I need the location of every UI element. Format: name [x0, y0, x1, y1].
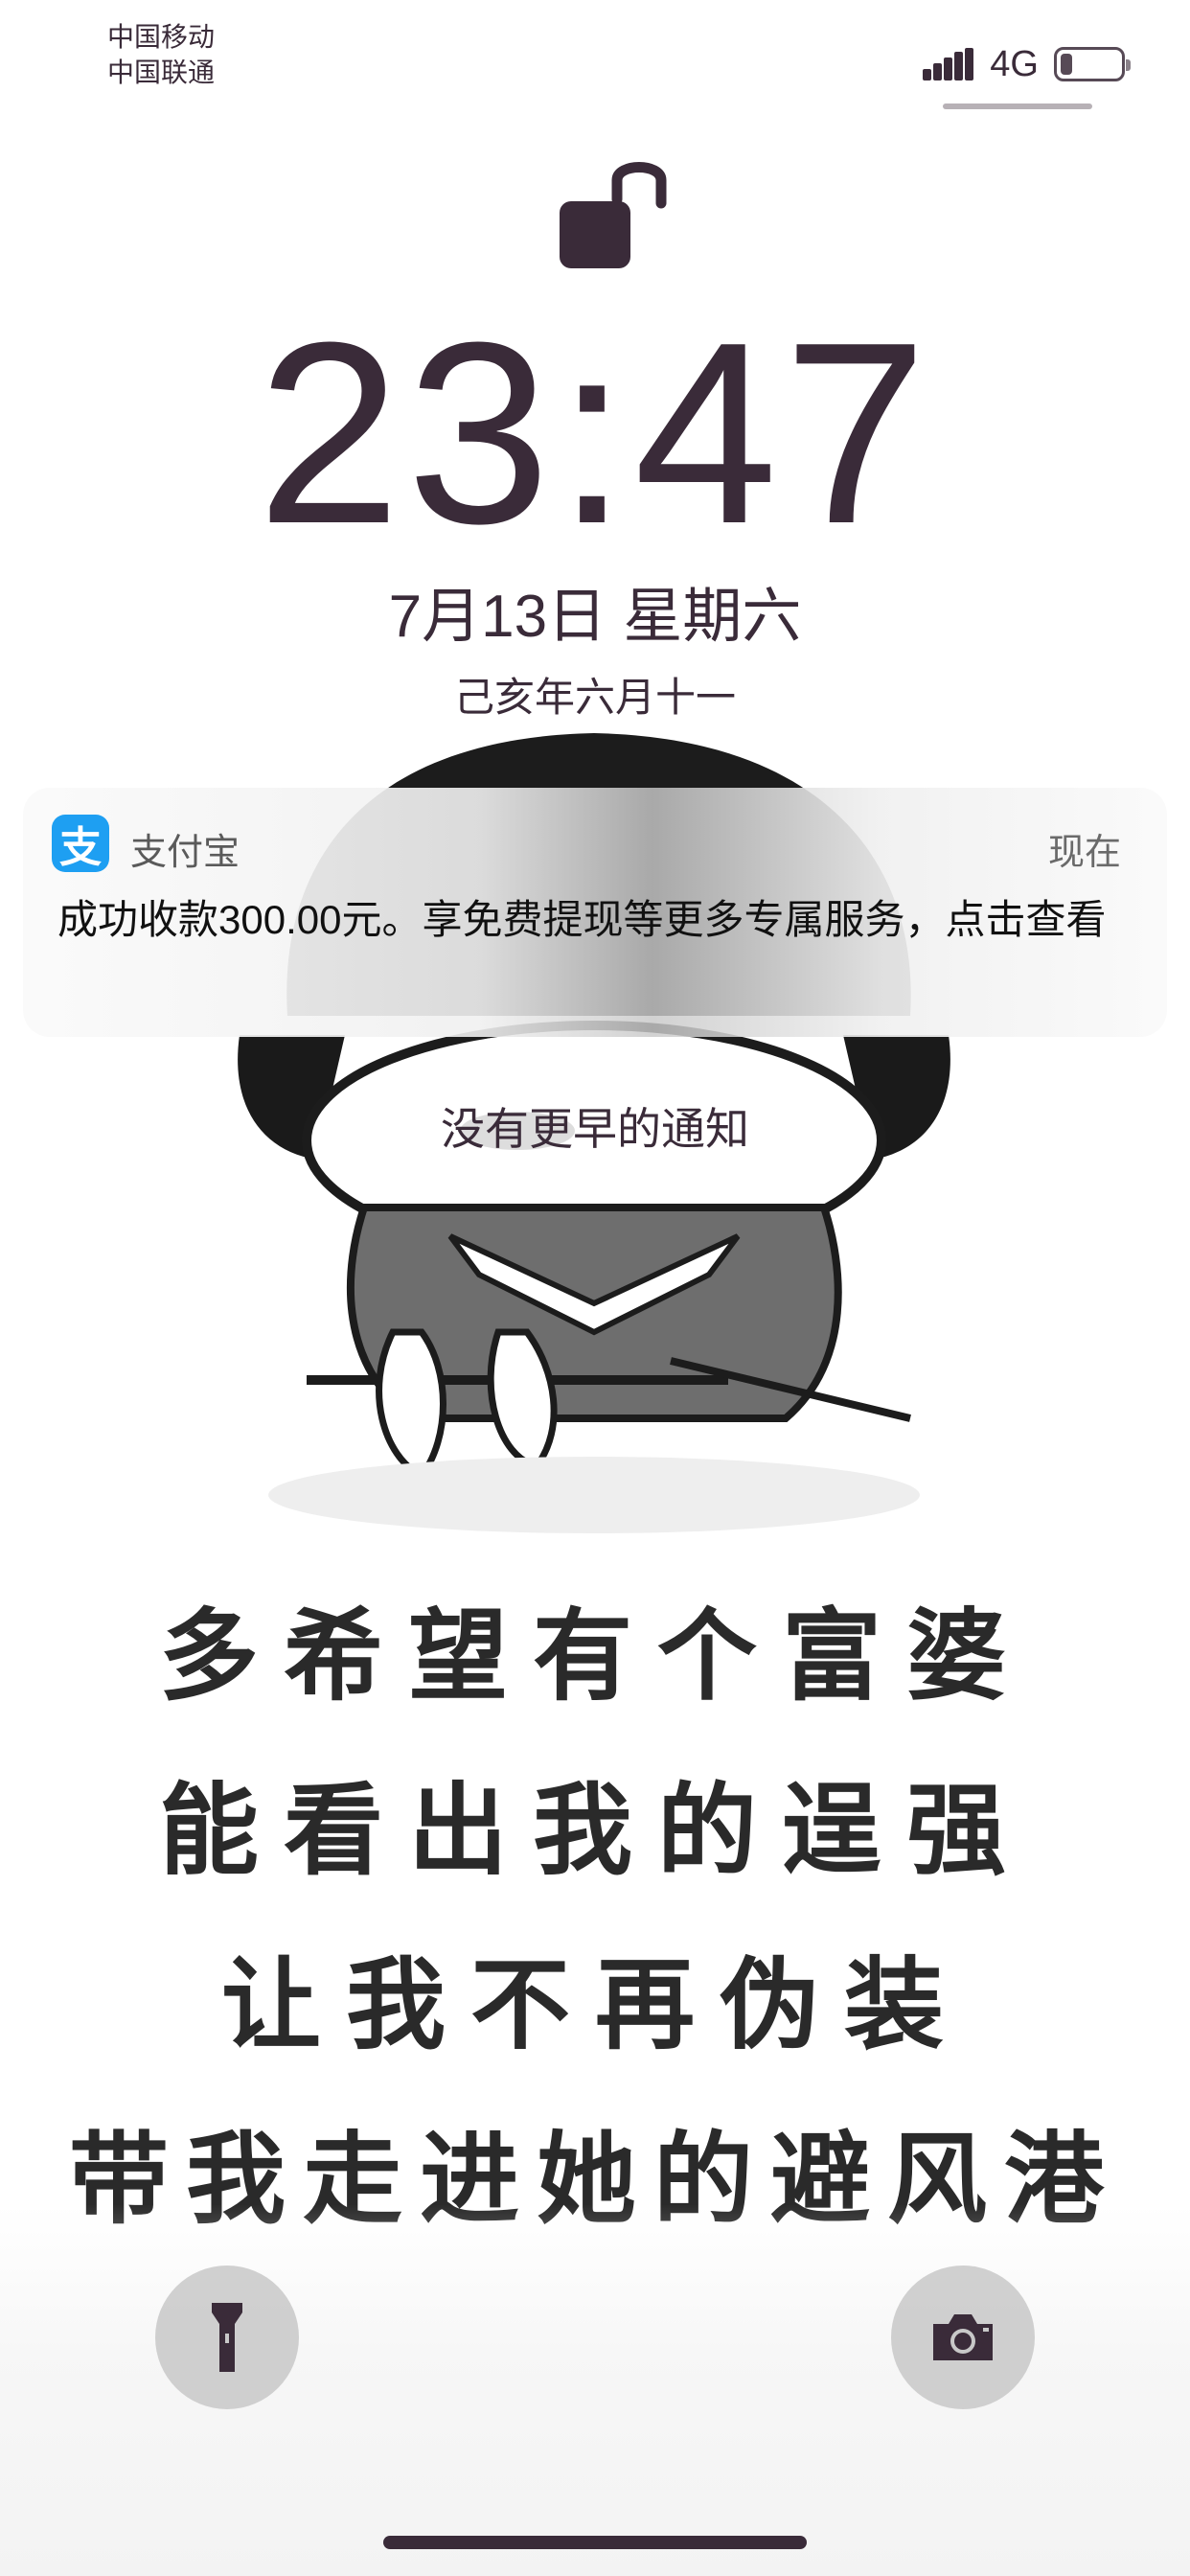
flashlight-icon [212, 2303, 242, 2372]
flashlight-button[interactable] [155, 2266, 299, 2409]
wallpaper-caption-line-3: 让我不再伪装 [220, 1945, 969, 2063]
home-indicator[interactable] [383, 2536, 807, 2549]
notification-body: 成功收款300.00元。享免费提现等更多专属服务，点击查看 [57, 897, 1107, 942]
lock-screen-date: 7月13日 星期六 [388, 584, 802, 650]
carrier-1: 中国移动 [107, 22, 216, 52]
notification-app-name: 支付宝 [130, 833, 240, 873]
carrier-2: 中国联通 [107, 58, 216, 87]
signal-bars-icon [923, 48, 974, 80]
no-older-notifications-label: 没有更早的通知 [441, 1104, 749, 1154]
lock-screen-time: 23:47 [257, 289, 933, 578]
status-indicators: 4G [923, 40, 1131, 88]
control-center-indicator[interactable] [943, 104, 1092, 109]
alipay-icon: 支 [52, 815, 109, 872]
notification-time: 现在 [1047, 833, 1121, 873]
carrier-labels: 中国移动 中国联通 [107, 19, 215, 90]
wallpaper-caption-line-2: 能看出我的逞强 [158, 1771, 1031, 1889]
network-type: 4G [990, 43, 1039, 84]
lunar-date: 己亥年六月十一 [453, 675, 736, 720]
camera-icon [933, 2314, 993, 2360]
wallpaper-caption-line-1: 多希望有个富婆 [158, 1597, 1031, 1714]
battery-icon [1054, 47, 1131, 81]
unlocked-padlock-icon [560, 162, 667, 268]
alipay-notification[interactable]: 支 支付宝 现在 成功收款300.00元。享免费提现等更多专属服务，点击查看 [23, 788, 1167, 1037]
camera-button[interactable] [891, 2266, 1035, 2409]
